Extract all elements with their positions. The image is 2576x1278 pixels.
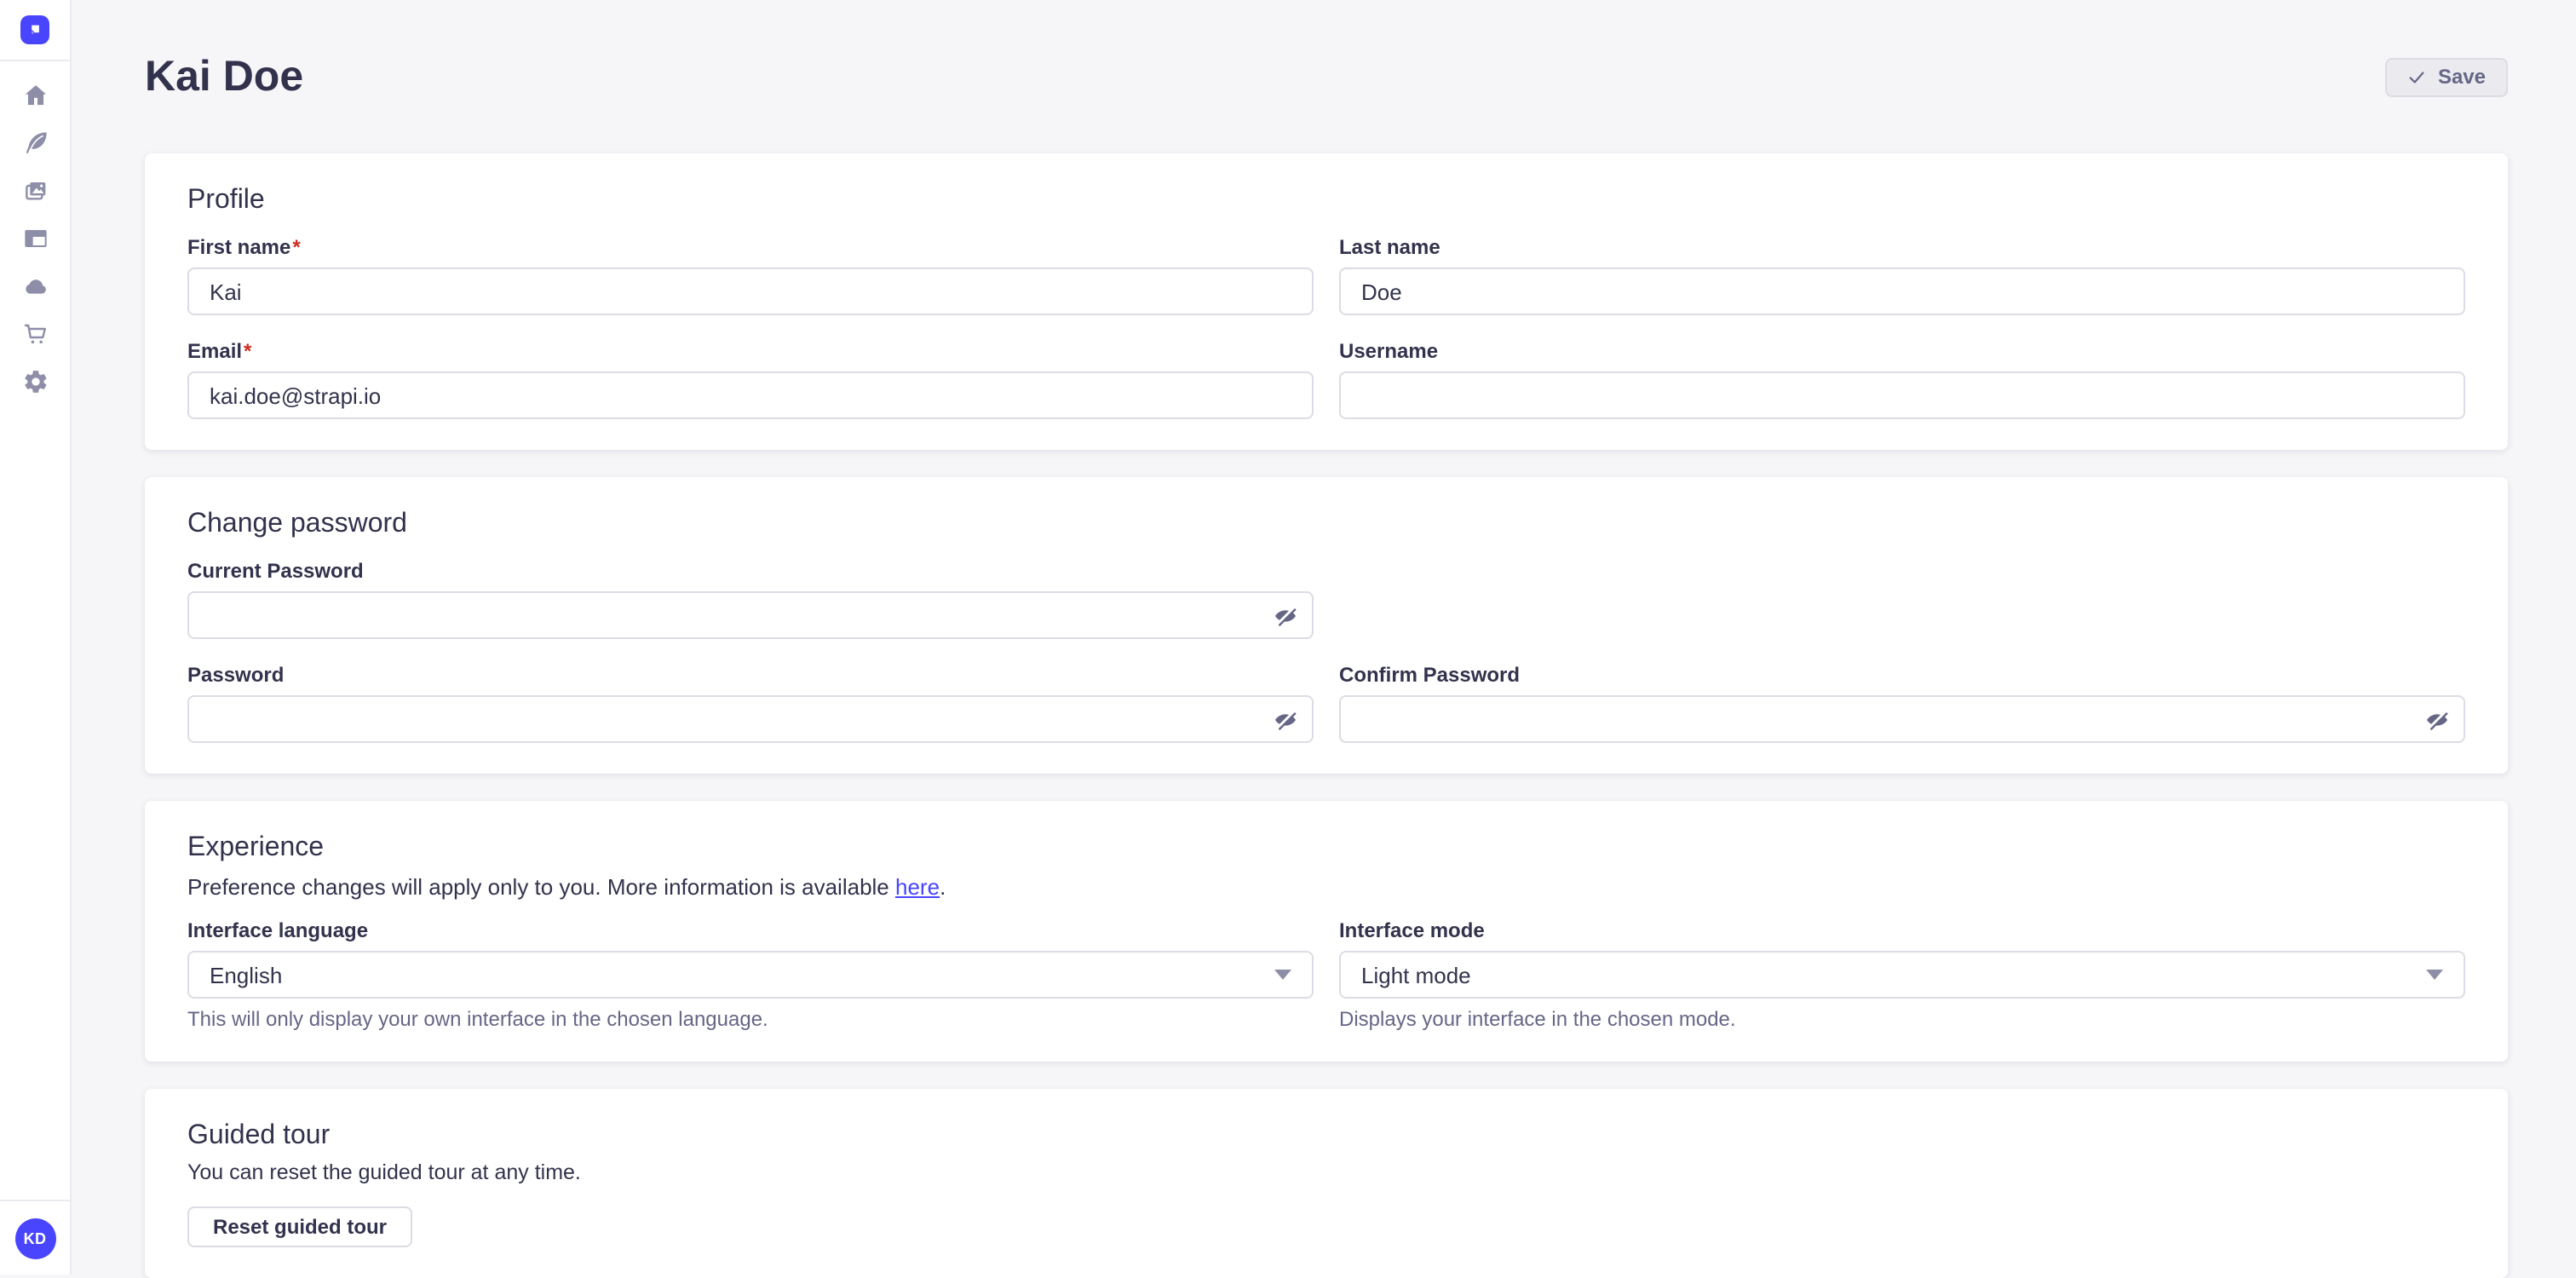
strapi-logo-icon bbox=[20, 15, 49, 44]
main-content: Kai Doe Save Profile First name* Last na… bbox=[72, 0, 2576, 1275]
last-name-label: Last name bbox=[1339, 235, 2465, 261]
experience-title: Experience bbox=[187, 832, 2465, 866]
email-input[interactable] bbox=[187, 371, 1314, 419]
eye-slash-icon bbox=[1272, 602, 1297, 628]
current-password-field-group: Current Password bbox=[187, 559, 1314, 639]
confirm-password-input-wrap bbox=[1339, 695, 2465, 743]
required-asterisk: * bbox=[244, 339, 251, 363]
interface-mode-hint: Displays your interface in the chosen mo… bbox=[1339, 1007, 2465, 1031]
interface-mode-select[interactable]: Light mode bbox=[1339, 951, 2465, 999]
save-button-label: Save bbox=[2438, 65, 2486, 89]
sidebar-nav bbox=[18, 61, 52, 399]
sidebar-item-deploy[interactable] bbox=[18, 276, 52, 303]
password-field-group: Password bbox=[187, 663, 1314, 743]
confirm-password-field-group: Confirm Password bbox=[1339, 663, 2465, 743]
sidebar-item-settings[interactable] bbox=[18, 371, 52, 399]
profile-card: Profile First name* Last name Email* Use… bbox=[145, 153, 2508, 450]
interface-language-label: Interface language bbox=[187, 918, 1314, 944]
more-information-link[interactable]: here bbox=[895, 874, 940, 900]
guided-tour-description: You can reset the guided tour at any tim… bbox=[187, 1159, 2465, 1186]
sidebar: KD bbox=[0, 0, 72, 1275]
guided-tour-title: Guided tour bbox=[187, 1120, 2465, 1154]
save-button[interactable]: Save bbox=[2385, 57, 2508, 96]
sidebar-item-content-manager[interactable] bbox=[18, 133, 52, 160]
interface-mode-label: Interface mode bbox=[1339, 918, 2465, 944]
app-window: KD Kai Doe Save Profile First name* Last… bbox=[0, 0, 2576, 1275]
current-password-input-wrap bbox=[187, 591, 1314, 639]
cloud-icon bbox=[21, 272, 49, 308]
interface-language-field-group: Interface language English This will onl… bbox=[187, 918, 1314, 1031]
strapi-logo-button[interactable] bbox=[0, 0, 70, 61]
change-password-card: Change password Current Password bbox=[145, 477, 2508, 774]
email-field-group: Email* bbox=[187, 339, 1314, 419]
last-name-field-group: Last name bbox=[1339, 235, 2465, 315]
toggle-password-visibility-button[interactable] bbox=[1269, 704, 1300, 734]
guided-tour-card: Guided tour You can reset the guided tou… bbox=[145, 1089, 2508, 1278]
chevron-down-icon bbox=[2426, 970, 2443, 980]
change-password-title: Change password bbox=[187, 508, 2465, 542]
home-icon bbox=[21, 81, 49, 117]
password-label: Password bbox=[187, 663, 1314, 688]
eye-slash-icon bbox=[1272, 706, 1297, 732]
interface-mode-value: Light mode bbox=[1361, 962, 1471, 987]
profile-card-title: Profile bbox=[187, 184, 2465, 218]
interface-language-hint: This will only display your own interfac… bbox=[187, 1007, 1314, 1031]
last-name-input[interactable] bbox=[1339, 268, 2465, 315]
confirm-password-label: Confirm Password bbox=[1339, 663, 2465, 688]
eye-slash-icon bbox=[2424, 706, 2449, 732]
avatar-box: KD bbox=[0, 1200, 70, 1275]
layout-icon bbox=[21, 224, 49, 260]
toggle-current-password-visibility-button[interactable] bbox=[1269, 600, 1300, 630]
gear-icon bbox=[21, 367, 49, 403]
user-avatar[interactable]: KD bbox=[14, 1218, 55, 1258]
profile-fields: First name* Last name Email* Username bbox=[187, 235, 2465, 419]
interface-mode-field-group: Interface mode Light mode Displays your … bbox=[1339, 918, 2465, 1031]
current-password-label: Current Password bbox=[187, 559, 1314, 584]
required-asterisk: * bbox=[292, 235, 300, 259]
empty-grid-cell bbox=[1339, 559, 2465, 639]
username-field-group: Username bbox=[1339, 339, 2465, 419]
feather-icon bbox=[21, 129, 49, 164]
images-icon bbox=[21, 176, 49, 212]
password-input-wrap bbox=[187, 695, 1314, 743]
experience-fields: Interface language English This will onl… bbox=[187, 918, 2465, 1031]
first-name-field-group: First name* bbox=[187, 235, 1314, 315]
reset-guided-tour-button[interactable]: Reset guided tour bbox=[187, 1206, 412, 1247]
page-header: Kai Doe Save bbox=[145, 0, 2508, 106]
experience-description: Preference changes will apply only to yo… bbox=[187, 872, 2465, 901]
current-password-input[interactable] bbox=[187, 591, 1314, 639]
check-icon bbox=[2407, 67, 2426, 86]
password-fields: Current Password Pass bbox=[187, 559, 2465, 743]
confirm-password-input[interactable] bbox=[1339, 695, 2465, 743]
interface-language-value: English bbox=[210, 962, 282, 987]
sidebar-item-home[interactable] bbox=[18, 85, 52, 112]
chevron-down-icon bbox=[1274, 970, 1291, 980]
sidebar-item-content-type-builder[interactable] bbox=[18, 228, 52, 256]
cart-icon bbox=[21, 320, 49, 355]
username-label: Username bbox=[1339, 339, 2465, 365]
sidebar-item-media-library[interactable] bbox=[18, 181, 52, 208]
username-input[interactable] bbox=[1339, 371, 2465, 419]
password-input[interactable] bbox=[187, 695, 1314, 743]
interface-language-select[interactable]: English bbox=[187, 951, 1314, 999]
sidebar-item-marketplace[interactable] bbox=[18, 324, 52, 351]
first-name-input[interactable] bbox=[187, 268, 1314, 315]
page-title: Kai Doe bbox=[145, 48, 303, 106]
toggle-confirm-password-visibility-button[interactable] bbox=[2421, 704, 2452, 734]
experience-card: Experience Preference changes will apply… bbox=[145, 801, 2508, 1062]
email-label: Email* bbox=[187, 339, 1314, 365]
first-name-label: First name* bbox=[187, 235, 1314, 261]
